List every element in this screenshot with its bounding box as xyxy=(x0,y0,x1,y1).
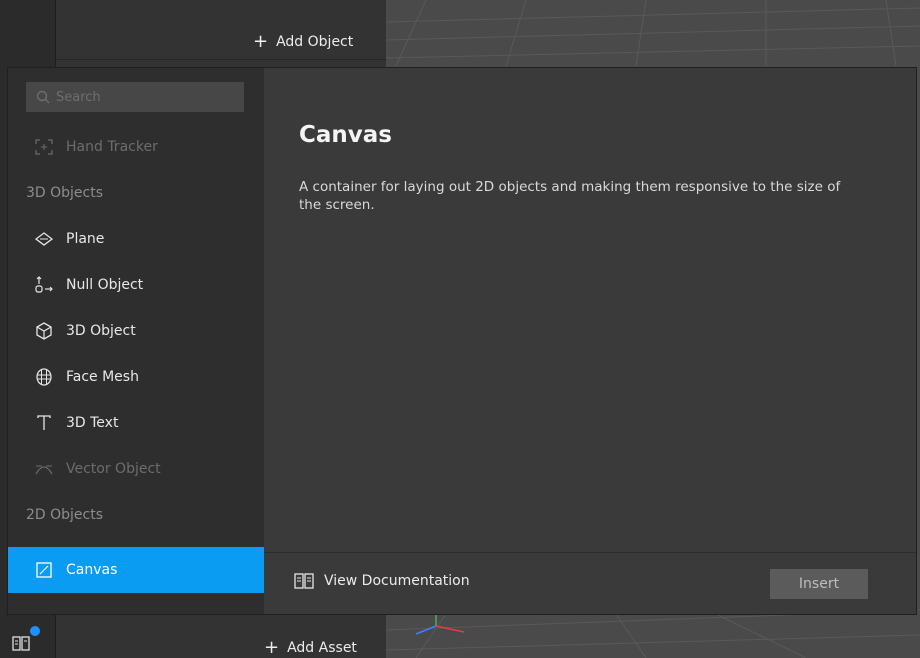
insert-button[interactable]: Insert xyxy=(770,569,868,599)
book-icon xyxy=(294,573,314,589)
plane-icon xyxy=(34,229,54,249)
add-asset-label: Add Asset xyxy=(287,640,357,656)
vector-object-icon xyxy=(34,459,54,479)
book-icon xyxy=(12,636,30,651)
search-input[interactable] xyxy=(56,89,236,105)
scene-panel-header xyxy=(56,0,386,60)
detail-description: A container for laying out 2D objects an… xyxy=(299,179,841,213)
search-box[interactable] xyxy=(26,82,244,112)
object-detail-panel: Canvas A container for laying out 2D obj… xyxy=(264,68,916,552)
sidebar-item-vector-object: Vector Object xyxy=(8,446,264,492)
add-asset-button[interactable]: + Add Asset xyxy=(264,637,357,658)
object-type-sidebar: Hand Tracker 3D Objects Plane xyxy=(8,68,264,614)
sidebar-item-hand-tracker: Hand Tracker xyxy=(8,124,264,170)
section-2d-objects: 2D Objects xyxy=(8,492,264,538)
text-icon xyxy=(34,413,54,433)
section-label: 3D Objects xyxy=(26,185,104,201)
add-object-label: Add Object xyxy=(276,34,354,50)
sidebar-item-partial[interactable] xyxy=(8,593,264,614)
add-object-dialog: Hand Tracker 3D Objects Plane xyxy=(8,68,916,614)
sidebar-item-label: Hand Tracker xyxy=(66,139,158,155)
face-mesh-icon xyxy=(34,367,54,387)
add-object-button[interactable]: + Add Object xyxy=(253,31,354,52)
view-documentation-link[interactable]: View Documentation xyxy=(294,573,470,589)
null-object-icon xyxy=(34,275,54,295)
sidebar-item-label: Vector Object xyxy=(66,461,161,477)
sidebar-item-label: 3D Object xyxy=(66,323,136,339)
docs-corner-button[interactable] xyxy=(10,626,40,654)
sidebar-item-label: Face Mesh xyxy=(66,369,139,385)
section-3d-objects: 3D Objects xyxy=(8,170,264,216)
detail-title: Canvas xyxy=(299,122,392,148)
sidebar-item-null-object[interactable]: Null Object xyxy=(8,262,264,308)
notification-dot xyxy=(30,626,40,636)
sidebar-item-label: Canvas xyxy=(66,562,118,578)
sidebar-item-face-mesh[interactable]: Face Mesh xyxy=(8,354,264,400)
dialog-footer: View Documentation Insert xyxy=(264,552,916,614)
hand-tracker-icon xyxy=(34,137,54,157)
search-icon xyxy=(36,90,50,104)
assets-bar: + Add Asset xyxy=(56,614,386,658)
cube-icon xyxy=(34,321,54,341)
sidebar-item-label: Plane xyxy=(66,231,105,247)
sidebar-item-canvas[interactable]: Canvas xyxy=(8,547,264,593)
sidebar-item-label: Null Object xyxy=(66,277,144,293)
sidebar-item-3d-text[interactable]: 3D Text xyxy=(8,400,264,446)
view-documentation-label: View Documentation xyxy=(324,573,470,589)
rectangle-icon xyxy=(34,606,54,614)
sidebar-item-plane[interactable]: Plane xyxy=(8,216,264,262)
plus-icon: + xyxy=(253,31,269,52)
canvas-icon xyxy=(34,560,54,580)
sidebar-item-label: 3D Text xyxy=(66,415,119,431)
section-label: 2D Objects xyxy=(26,507,104,523)
sidebar-item-3d-object[interactable]: 3D Object xyxy=(8,308,264,354)
plus-icon: + xyxy=(264,637,280,658)
